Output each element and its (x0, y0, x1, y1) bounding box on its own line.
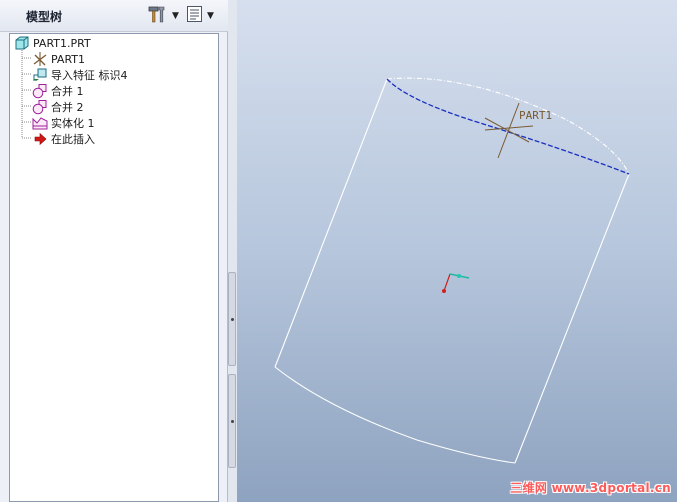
cylinder-left-edge (274, 78, 388, 368)
tree-item-import-feature[interactable]: 导入特征 标识4 (32, 67, 128, 83)
solidify-icon (32, 115, 48, 131)
tree-item-label: 合并 1 (51, 85, 84, 98)
csys-label: PART1 (519, 109, 552, 122)
tree-show-button[interactable]: ▼ (186, 5, 214, 27)
panel-splitter[interactable] (228, 0, 237, 502)
chevron-down-icon: ▼ (207, 11, 214, 21)
csys-y-axis (497, 102, 520, 159)
grip-dot (231, 420, 234, 423)
splitter-grip-upper[interactable] (228, 272, 236, 366)
cylinder-top-front-edge (386, 78, 630, 175)
hammer-settings-icon (147, 4, 169, 28)
spin-center-icon (442, 273, 470, 293)
tree-item-label: 在此插入 (51, 133, 95, 146)
tree-item-label: 实体化 1 (51, 117, 95, 130)
tree-item-csys[interactable]: PART1 (32, 51, 85, 67)
part-icon (14, 35, 30, 51)
tree-item-solidify-1[interactable]: 实体化 1 (32, 115, 95, 131)
cylinder-top-back-edge (386, 77, 630, 175)
cylinder-right-edge (514, 173, 630, 464)
chevron-down-icon: ▼ (172, 11, 179, 21)
tree-item-label: PART1.PRT (33, 36, 91, 50)
insert-here-arrow-icon (32, 131, 48, 147)
tree-item-merge-2[interactable]: 合并 2 (32, 99, 84, 115)
model-canvas[interactable]: PART1 (237, 0, 677, 502)
graphics-window[interactable]: PART1 三维网 www.3dportal.cn (237, 0, 677, 502)
model-tree-header: 模型树 ▼ ▼ (0, 0, 228, 32)
tree-settings-button[interactable]: ▼ (147, 5, 179, 27)
tree-item-root[interactable]: PART1.PRT (14, 35, 91, 51)
model-tree-panel: 模型树 ▼ ▼ PART1.PRT PART1 导入特征 标识4 合并 1 合并… (0, 0, 228, 502)
tree-item-merge-1[interactable]: 合并 1 (32, 83, 84, 99)
cylinder-bottom-edge (274, 366, 516, 464)
coordinate-system-icon (32, 51, 48, 67)
merge-icon (32, 99, 48, 115)
model-tree-title: 模型树 (26, 10, 63, 24)
tree-item-insert-here[interactable]: 在此插入 (32, 131, 95, 147)
tree-item-label: 合并 2 (51, 101, 84, 114)
coordinate-system-glyph[interactable]: PART1 (484, 102, 552, 159)
import-feature-icon (32, 67, 48, 83)
list-view-icon (186, 5, 204, 27)
tree-item-label: PART1 (51, 52, 86, 66)
splitter-grip-lower[interactable] (228, 374, 236, 468)
model-tree[interactable]: PART1.PRT PART1 导入特征 标识4 合并 1 合并 2 实体化 1… (9, 33, 219, 502)
tree-item-label: 导入特征 标识4 (51, 69, 128, 82)
site-watermark: 三维网 www.3dportal.cn (510, 481, 671, 495)
merge-icon (32, 83, 48, 99)
grip-dot (231, 318, 234, 321)
